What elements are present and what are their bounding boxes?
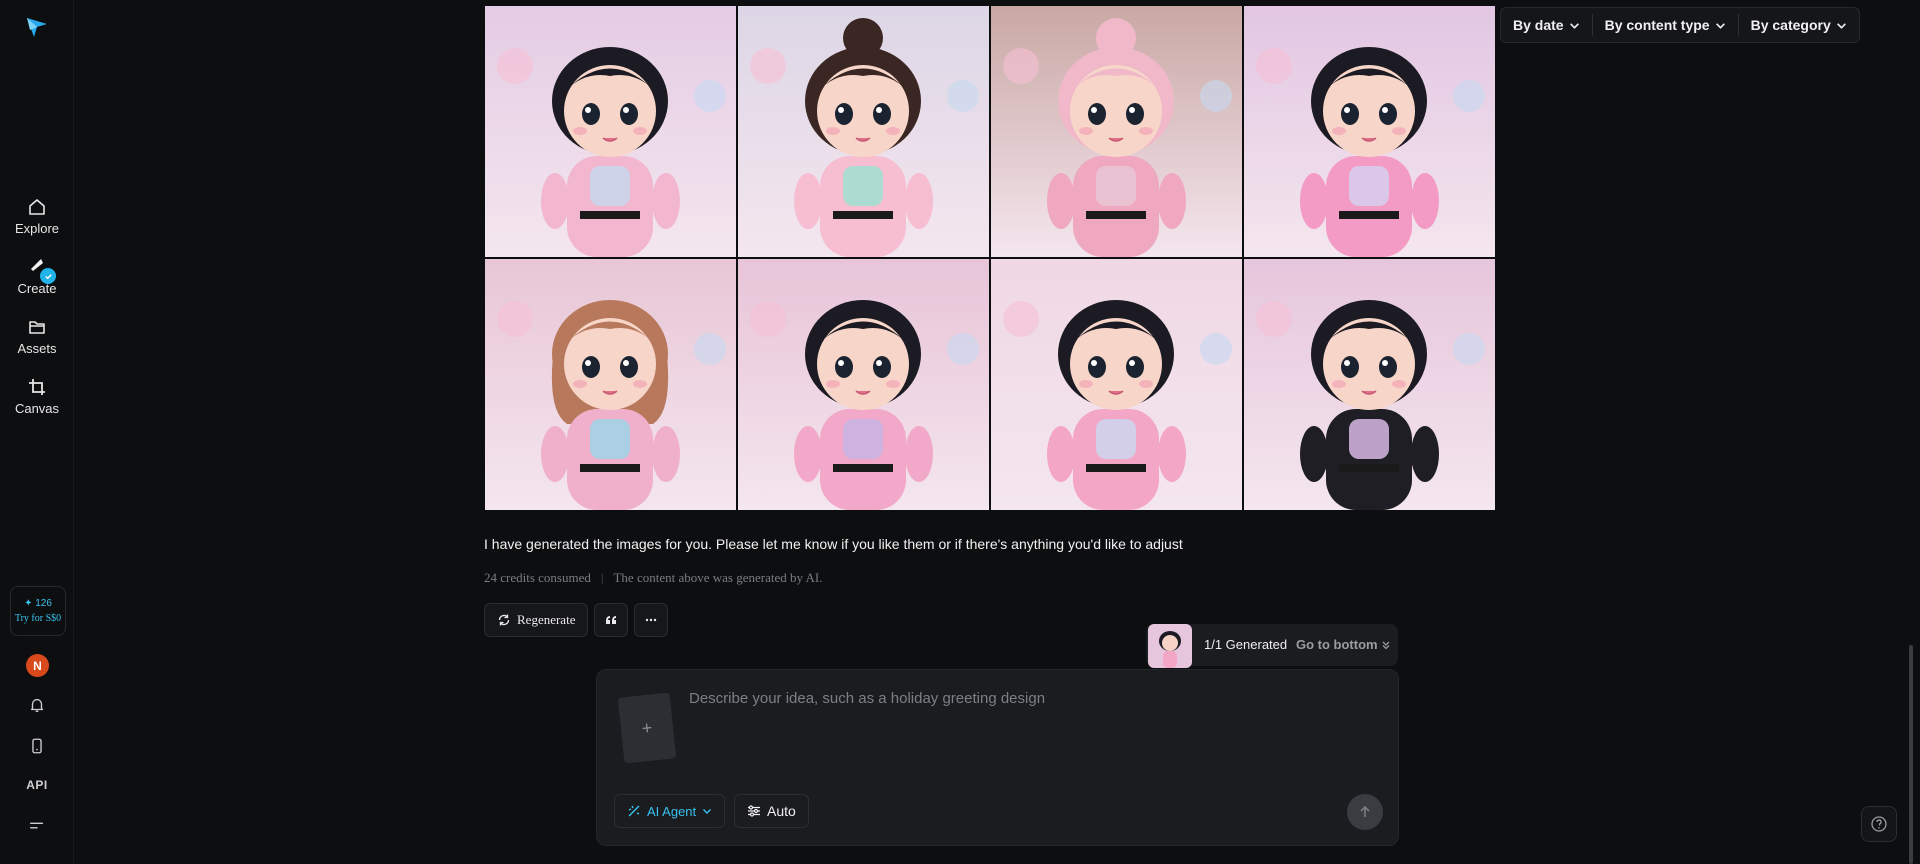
- arrow-up-icon: [1360, 805, 1370, 817]
- generated-image-8[interactable]: [1244, 259, 1495, 510]
- filter-by-category-label: By category: [1750, 17, 1831, 33]
- notification-button[interactable]: [27, 695, 47, 715]
- generated-image-grid: [485, 6, 1496, 510]
- doll-illustration: [738, 259, 989, 510]
- meta-separator: |: [600, 570, 604, 585]
- doll-illustration: [991, 6, 1242, 257]
- filter-bar: By date By content type By category: [1500, 7, 1860, 43]
- chevron-down-icon: [1715, 22, 1725, 29]
- go-to-bottom-link[interactable]: Go to bottom: [1296, 637, 1391, 652]
- upload-reference-button[interactable]: +: [617, 692, 677, 764]
- sliders-icon: [748, 805, 760, 817]
- generated-image-3[interactable]: [991, 6, 1242, 257]
- nav-explore[interactable]: Explore: [0, 196, 74, 236]
- help-button[interactable]: [1861, 806, 1897, 842]
- credits-consumed: 24 credits consumed: [484, 570, 591, 585]
- generated-image-7[interactable]: [991, 259, 1242, 510]
- doll-illustration: [1244, 259, 1495, 510]
- phone-icon: [32, 738, 42, 754]
- regenerate-button[interactable]: Regenerate: [484, 603, 589, 637]
- bell-icon: [30, 698, 44, 712]
- ai-agent-label: AI Agent: [647, 803, 697, 819]
- prompt-composer: + AI Agent Auto: [596, 669, 1399, 846]
- nav-create[interactable]: Create: [0, 256, 74, 296]
- message-meta: 24 credits consumed | The content above …: [484, 570, 823, 586]
- refresh-icon: [498, 614, 510, 626]
- generated-image-2[interactable]: [738, 6, 989, 257]
- prompt-input[interactable]: [689, 690, 1379, 707]
- regenerate-label: Regenerate: [517, 612, 576, 627]
- magic-wand-icon: [628, 805, 640, 817]
- chevron-down-icon: [703, 809, 712, 814]
- assistant-message: I have generated the images for you. Ple…: [484, 536, 1183, 552]
- menu-icon: [29, 822, 44, 829]
- generation-thumbnail[interactable]: [1148, 624, 1192, 668]
- chevron-down-icon: [1569, 22, 1579, 29]
- doll-illustration: [991, 259, 1242, 510]
- page-scrollbar[interactable]: [1909, 645, 1913, 864]
- chevron-down-icon: [1836, 22, 1846, 29]
- double-chevron-down-icon: [1382, 641, 1390, 649]
- nav-assets[interactable]: Assets: [0, 316, 74, 356]
- canvas-icon: [29, 379, 45, 395]
- sparkle-icon: ✦: [24, 598, 33, 609]
- credits-widget[interactable]: ✦ 126 Try for S$0: [10, 586, 66, 636]
- filter-by-category[interactable]: By category: [1737, 14, 1859, 36]
- message-actions: Regenerate: [484, 603, 669, 637]
- menu-button[interactable]: [27, 816, 47, 836]
- quote-button[interactable]: [594, 603, 629, 637]
- nav-explore-label: Explore: [14, 221, 60, 236]
- plus-icon: +: [640, 717, 654, 738]
- generated-image-5[interactable]: [485, 259, 736, 510]
- doll-thumbnail-icon: [1148, 624, 1192, 668]
- home-icon: [29, 199, 45, 215]
- user-avatar[interactable]: N: [26, 654, 49, 677]
- filter-by-content-type-label: By content type: [1604, 17, 1710, 33]
- generated-image-1[interactable]: [485, 6, 736, 257]
- credits-count: ✦ 126: [24, 598, 52, 609]
- generated-image-6[interactable]: [738, 259, 989, 510]
- filter-by-content-type[interactable]: By content type: [1591, 14, 1738, 36]
- help-icon: [1871, 816, 1887, 832]
- ai-agent-selector[interactable]: AI Agent: [614, 794, 726, 828]
- doll-illustration: [1244, 6, 1495, 257]
- ellipsis-icon: [646, 618, 657, 622]
- generation-status-pill: 1/1 Generated Go to bottom: [1146, 624, 1398, 668]
- logo-icon: [27, 18, 47, 37]
- try-free-link[interactable]: Try for S$0: [15, 613, 61, 624]
- mode-label: Auto: [767, 803, 796, 819]
- sidebar: Explore Create Assets Canvas ✦ 126 Try f…: [0, 0, 74, 864]
- go-to-bottom-label: Go to bottom: [1296, 637, 1378, 652]
- nav-canvas[interactable]: Canvas: [0, 376, 74, 416]
- api-link[interactable]: API: [0, 778, 74, 792]
- filter-by-date[interactable]: By date: [1501, 14, 1592, 36]
- generated-image-4[interactable]: [1244, 6, 1495, 257]
- mobile-app-button[interactable]: [27, 736, 47, 756]
- app-logo[interactable]: [24, 14, 50, 40]
- nav-canvas-label: Canvas: [14, 401, 60, 416]
- send-button[interactable]: [1347, 794, 1383, 830]
- generation-status: 1/1 Generated: [1204, 637, 1288, 652]
- quote-icon: [606, 616, 617, 624]
- doll-illustration: [485, 6, 736, 257]
- settings-mode-button[interactable]: Auto: [734, 794, 809, 828]
- filter-by-date-label: By date: [1513, 17, 1564, 33]
- doll-illustration: [485, 259, 736, 510]
- check-badge-icon: [40, 268, 56, 284]
- doll-illustration: [738, 6, 989, 257]
- folder-icon: [29, 321, 45, 334]
- more-options-button[interactable]: [634, 603, 669, 637]
- ai-disclaimer: The content above was generated by AI.: [613, 570, 823, 585]
- nav-assets-label: Assets: [17, 341, 57, 356]
